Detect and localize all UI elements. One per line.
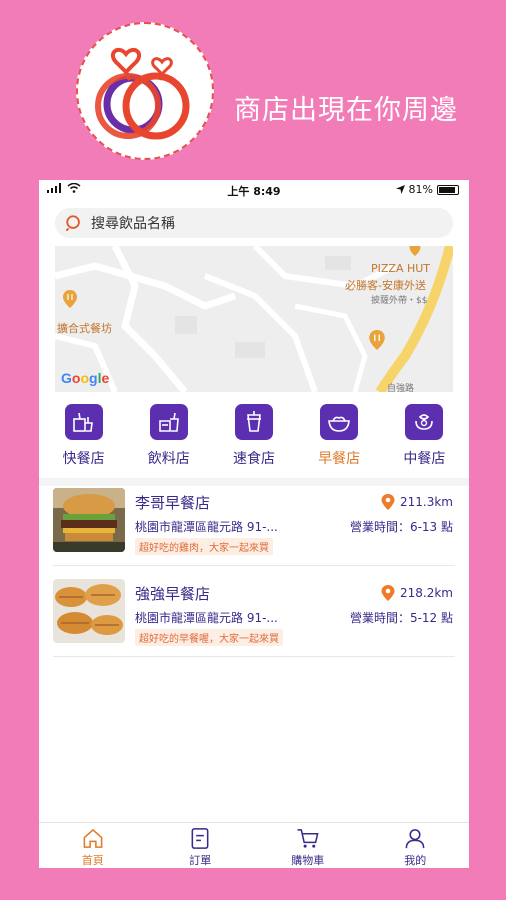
store-tagline: 超好吃的雞肉，大家一起來買 <box>135 538 273 555</box>
store-name: 李哥早餐店 <box>135 494 211 512</box>
category-drinks[interactable]: 飲料店 <box>129 404 209 478</box>
store-address: 桃園市龍潭區龍元路 91-... <box>135 611 278 625</box>
tab-profile[interactable]: 我的 <box>362 823 470 868</box>
status-bar: 上午 8:49 81% <box>39 180 469 200</box>
tab-label: 我的 <box>404 854 427 867</box>
cup-icon <box>234 404 273 440</box>
restaurant-pin-icon[interactable] <box>409 246 421 256</box>
store-thumbnail-pastry <box>53 579 125 643</box>
store-tagline: 超好吃的早餐喔，大家一起來買 <box>135 629 283 646</box>
promo-tagline: 商店出現在你周邊 <box>234 95 458 126</box>
profile-icon <box>405 829 425 849</box>
store-address: 桃園市龍潭區龍元路 91-... <box>135 520 278 534</box>
home-icon <box>83 828 103 848</box>
store-name: 強強早餐店 <box>135 585 211 603</box>
location-pin-icon <box>381 585 395 601</box>
store-list-item[interactable]: 強強早餐店 218.2km 桃園市龍潭區龍元路 91-... 營業時間：5-12… <box>53 577 455 657</box>
google-logo: Google <box>61 370 110 386</box>
map-label-pizza-hut-sub: 必勝客-安康外送 <box>345 279 426 292</box>
map-label-pizza-hut: PIZZA HUT <box>371 262 431 275</box>
tab-label: 訂單 <box>189 854 212 867</box>
store-hours: 營業時間：5-12 點 <box>349 611 453 625</box>
order-icon <box>191 828 209 849</box>
map-view[interactable]: 擴合式餐坊 PIZZA HUT 必勝客-安康外送 披薩外帶・$$ 自強路 Goo… <box>55 246 453 392</box>
location-pin-icon <box>381 494 395 510</box>
category-chinese[interactable]: 中餐店 <box>384 404 464 478</box>
category-label: 中餐店 <box>403 451 446 467</box>
battery-icon <box>437 184 459 195</box>
category-bar: 快餐店 飲料店 速食店 早餐店 中餐店 <box>39 404 469 478</box>
map-label-street: 自強路 <box>387 384 415 392</box>
category-fast-food[interactable]: 快餐店 <box>44 404 124 478</box>
search-input[interactable]: 搜尋飲品名稱 <box>55 208 453 238</box>
status-right: 81% <box>395 183 459 196</box>
fastfood-icon <box>64 404 103 440</box>
tab-home[interactable]: 首頁 <box>39 823 147 868</box>
store-hours: 營業時間：6-13 點 <box>349 520 453 534</box>
store-distance: 218.2km <box>380 585 453 601</box>
tab-orders[interactable]: 訂單 <box>147 823 255 868</box>
battery-percent: 81% <box>408 183 433 196</box>
bottom-tab-bar: 首頁 訂單 購物車 我的 <box>39 822 469 868</box>
cart-icon <box>297 829 319 848</box>
store-list-item[interactable]: 李哥早餐店 211.3km 桃園市龍潭區龍元路 91-... 營業時間：6-13… <box>53 486 455 566</box>
map-label-pizza-hut-category: 披薩外帶・$$ <box>371 296 428 306</box>
store-thumbnail-burger <box>53 488 125 552</box>
store-distance-value: 211.3km <box>400 495 453 509</box>
search-placeholder: 搜尋飲品名稱 <box>91 216 175 232</box>
store-distance: 211.3km <box>380 494 453 510</box>
phone-screen: 上午 8:49 81% 搜尋飲品名稱 擴合式餐坊 PIZZA HUT 必勝客-安… <box>39 180 469 868</box>
restaurant-pin-icon[interactable] <box>369 330 385 350</box>
noodle-icon <box>405 404 444 440</box>
category-label: 飲料店 <box>147 451 190 467</box>
category-label: 速食店 <box>232 451 275 467</box>
restaurant-pin-icon[interactable] <box>63 290 77 308</box>
section-divider <box>39 478 469 486</box>
tab-cart[interactable]: 購物車 <box>254 823 362 868</box>
drink-icon <box>149 404 188 440</box>
location-arrow-icon <box>395 185 405 194</box>
category-breakfast[interactable]: 早餐店 <box>299 404 379 478</box>
app-logo <box>76 22 214 160</box>
map-label-shop: 擴合式餐坊 <box>57 322 112 335</box>
tab-label: 購物車 <box>291 854 325 867</box>
category-label: 早餐店 <box>318 451 361 467</box>
store-distance-value: 218.2km <box>400 586 453 600</box>
bowl-icon <box>320 404 359 440</box>
search-icon <box>65 215 80 232</box>
category-label: 快餐店 <box>62 451 105 467</box>
category-quick-food[interactable]: 速食店 <box>214 404 294 478</box>
tab-label: 首頁 <box>81 854 104 867</box>
